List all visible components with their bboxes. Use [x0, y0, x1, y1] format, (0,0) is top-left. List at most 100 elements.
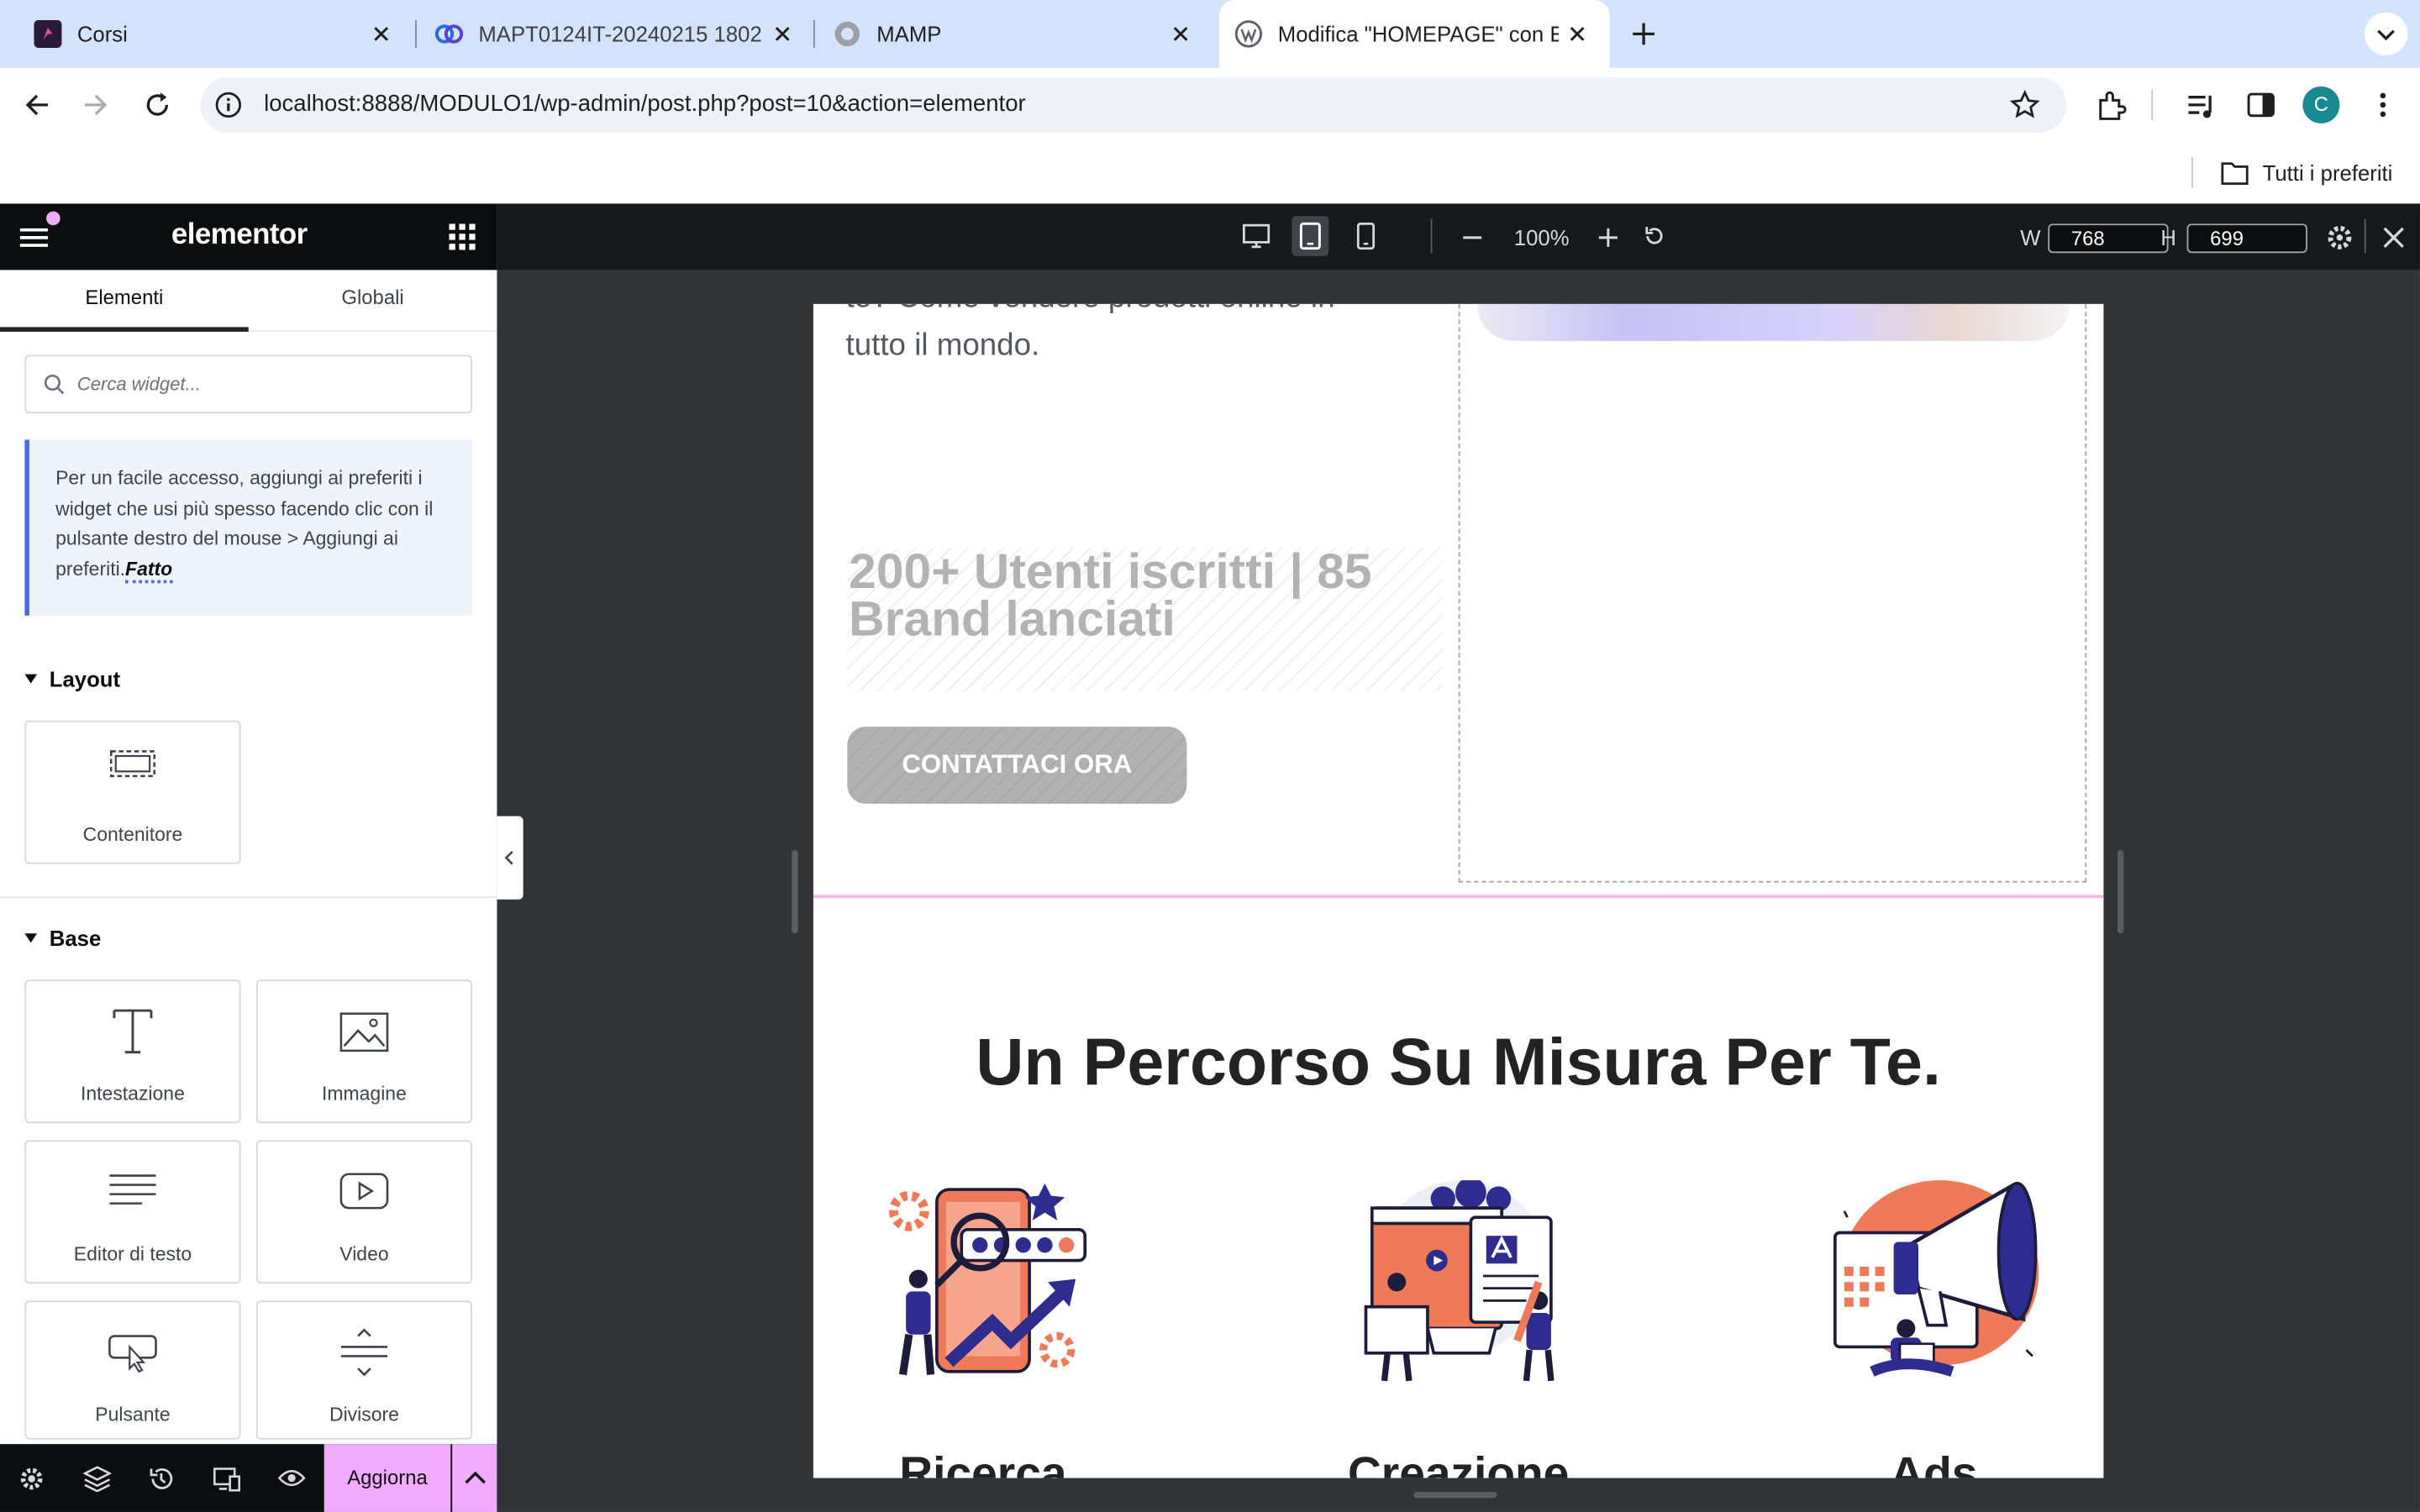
- corsi-favicon: [34, 19, 62, 48]
- close-icon[interactable]: [1167, 20, 1195, 48]
- widget-label: Pulsante: [95, 1404, 171, 1426]
- close-icon[interactable]: [769, 20, 797, 48]
- elementor-panel: elementor Elementi Globali Cerca widget.…: [0, 203, 497, 1512]
- side-panel-icon[interactable]: [2245, 90, 2276, 121]
- tab-title: Corsi: [76, 21, 128, 47]
- chevron-down-icon: [2377, 29, 2395, 41]
- editor-preview-area: 100% W 768 H 699 tutto il mondo. 200+ Ut…: [497, 203, 2420, 1512]
- video-icon: [339, 1173, 389, 1210]
- tab-title: MAMP: [876, 21, 942, 47]
- tab-mamp[interactable]: MAMP: [818, 0, 1213, 68]
- widget-intestazione[interactable]: Intestazione: [24, 979, 241, 1124]
- address-bar[interactable]: localhost:8888/MODULO1/wp-admin/post.php…: [200, 76, 2067, 133]
- browser-toolbar: localhost:8888/MODULO1/wp-admin/post.php…: [0, 67, 2420, 142]
- back-arrow-icon[interactable]: [22, 90, 53, 121]
- panel-footer: Aggiorna: [0, 1444, 497, 1512]
- chevron-left-icon: [504, 850, 513, 865]
- stats-heading-line2: Brand lanciati: [849, 591, 1176, 647]
- editor-top-bar: 100% W 768 H 699: [497, 203, 2420, 270]
- reload-icon[interactable]: [142, 90, 173, 121]
- update-button[interactable]: Aggiorna: [324, 1444, 451, 1512]
- tab-modifica-homepage[interactable]: Modifica "HOMEPAGE" con El: [1218, 0, 1610, 68]
- tab-search-button[interactable]: [2364, 12, 2408, 56]
- tab-title: Modifica "HOMEPAGE" con El: [1277, 21, 1560, 47]
- mamp-favicon: [834, 20, 861, 48]
- search-placeholder: Cerca widget...: [76, 373, 201, 396]
- resize-handle-left[interactable]: [792, 850, 798, 934]
- research-illustration: [884, 1180, 1094, 1390]
- widget-editor-di-testo[interactable]: Editor di testo: [24, 1140, 241, 1284]
- reset-zoom-icon[interactable]: [1642, 223, 1666, 248]
- panel-tabs: Elementi Globali: [0, 270, 497, 332]
- tip-dismiss-link[interactable]: Fatto: [125, 557, 173, 583]
- width-input[interactable]: 768: [2048, 223, 2169, 254]
- zoom-level: 100%: [1513, 225, 1570, 250]
- layers-icon[interactable]: [83, 1466, 112, 1493]
- extensions-icon[interactable]: [2094, 90, 2128, 123]
- section-layout-header[interactable]: Layout: [24, 666, 121, 691]
- close-icon[interactable]: [2380, 223, 2407, 251]
- widget-contenitore[interactable]: Contenitore: [24, 720, 241, 864]
- preview-eye-icon[interactable]: [277, 1467, 306, 1489]
- widget-pulsante[interactable]: Pulsante: [24, 1300, 241, 1440]
- close-icon[interactable]: [1564, 20, 1591, 48]
- tab-corsi[interactable]: Corsi: [18, 0, 413, 68]
- close-icon[interactable]: [367, 20, 395, 48]
- section-base-header[interactable]: Base: [24, 926, 101, 950]
- tablet-icon: [1299, 222, 1321, 250]
- resize-handle-right[interactable]: [2117, 850, 2124, 934]
- height-input[interactable]: 699: [2186, 223, 2307, 254]
- hero-text: tutto il mondo.: [845, 328, 1040, 363]
- menu-hamburger-icon[interactable]: [18, 222, 50, 253]
- section-divider: [0, 896, 497, 898]
- stats-heading-widget[interactable]: 200+ Utenti iscritti | 85 Brand lanciati: [847, 543, 1444, 691]
- all-bookmarks-button[interactable]: Tutti i preferiti: [2219, 155, 2392, 192]
- card-label-ads: Ads: [1890, 1448, 1978, 1478]
- collapse-panel-button[interactable]: [497, 816, 523, 900]
- ads-illustration: [1826, 1177, 2042, 1393]
- site-info-icon[interactable]: [214, 91, 242, 118]
- more-vertical-icon[interactable]: [2367, 90, 2398, 121]
- tab-separator: [415, 19, 417, 48]
- widget-divisore[interactable]: Divisore: [255, 1300, 473, 1440]
- widget-video[interactable]: Video: [255, 1140, 473, 1284]
- caret-down-icon: [24, 674, 38, 684]
- widget-label: Editor di testo: [73, 1243, 192, 1266]
- contact-cta-button[interactable]: CONTATTACI ORA: [847, 727, 1187, 804]
- section-divider: [813, 895, 2104, 898]
- section-title: Un Percorso Su Misura Per Te.: [976, 1026, 1941, 1100]
- stats-heading-line1: 200+ Utenti iscritti | 85: [849, 543, 1372, 599]
- tab-mapt[interactable]: MAPT0124IT-20240215 1802: [420, 0, 815, 68]
- update-options-button[interactable]: [452, 1444, 497, 1512]
- responsive-mode-icon[interactable]: [213, 1466, 240, 1492]
- card-label-research: Ricerca: [899, 1448, 1067, 1478]
- forward-arrow-icon[interactable]: [81, 90, 112, 121]
- tab-elementi[interactable]: Elementi: [0, 270, 249, 332]
- url-text: localhost:8888/MODULO1/wp-admin/post.php…: [264, 91, 1026, 118]
- widget-immagine[interactable]: Immagine: [255, 979, 473, 1124]
- zoom-in-icon[interactable]: [1596, 225, 1620, 249]
- browser-tab-bar: Corsi MAPT0124IT-20240215 1802 MAMP Modi…: [0, 0, 2420, 68]
- profile-avatar[interactable]: C: [2302, 86, 2340, 123]
- resize-handle-bottom[interactable]: [1413, 1492, 1497, 1499]
- new-tab-icon[interactable]: [1628, 18, 1660, 50]
- empty-column-placeholder[interactable]: [1458, 303, 2087, 883]
- widget-search-input[interactable]: Cerca widget...: [24, 354, 473, 414]
- mobile-icon[interactable]: [1355, 222, 1377, 250]
- section-title: Layout: [49, 666, 121, 691]
- history-icon[interactable]: [148, 1466, 174, 1492]
- widget-label: Contenitore: [82, 823, 183, 846]
- tablet-mode-button[interactable]: [1292, 216, 1329, 256]
- settings-gear-icon[interactable]: [18, 1466, 45, 1492]
- text-editor-icon: [108, 1173, 158, 1210]
- star-icon[interactable]: [2009, 89, 2040, 121]
- container-icon: [109, 747, 155, 780]
- widgets-grid-icon[interactable]: [449, 223, 476, 250]
- media-control-icon[interactable]: [2186, 90, 2219, 123]
- desktop-icon[interactable]: [1243, 223, 1270, 249]
- card-label-creation: Creazione: [1347, 1448, 1570, 1478]
- settings-gear-icon[interactable]: [2326, 223, 2354, 251]
- tab-globali[interactable]: Globali: [249, 270, 497, 331]
- chevron-up-icon: [465, 1471, 486, 1484]
- zoom-out-icon[interactable]: [1460, 225, 1485, 249]
